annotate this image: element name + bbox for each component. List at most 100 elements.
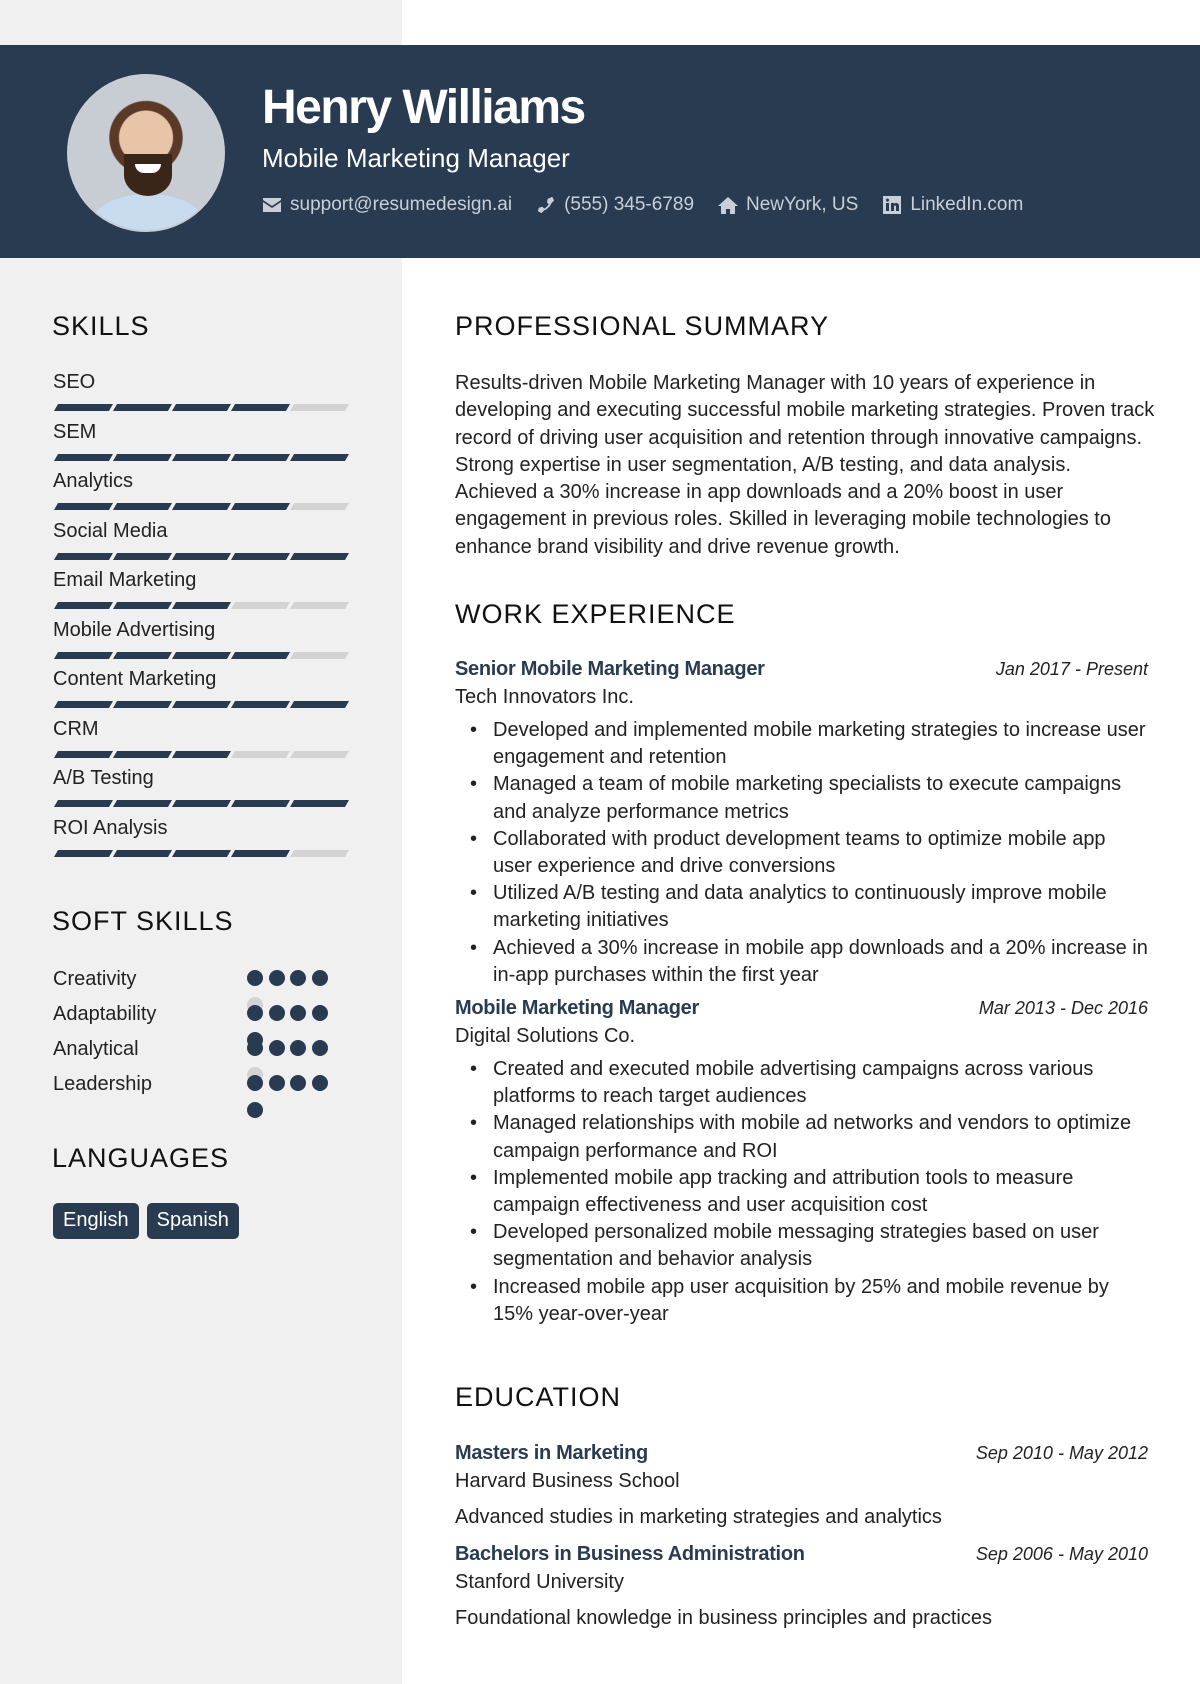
rating-dot-filled	[311, 970, 328, 986]
contact-location-text: NewYork, US	[746, 194, 859, 215]
skill-name: Content Marketing	[53, 668, 217, 690]
skill-level-bar	[53, 849, 353, 857]
school: Harvard Business School	[455, 1470, 680, 1492]
education-dates: Sep 2006 - May 2010	[975, 1544, 1148, 1564]
rating-dot-filled	[290, 1040, 306, 1056]
skill-segment-empty	[289, 750, 350, 758]
education-heading: EDUCATION	[455, 1382, 622, 1412]
language-badge: Spanish	[146, 1203, 239, 1239]
skill-segment-empty	[289, 503, 350, 510]
skill-segment-filled	[53, 651, 114, 659]
skill-level-bar	[53, 602, 353, 609]
skill-segment-filled	[112, 602, 173, 609]
languages-heading: LANGUAGES	[52, 1143, 230, 1173]
rating-dot-filled	[290, 1075, 306, 1091]
skill-item: A/B Testing	[53, 766, 353, 816]
skill-level-bar	[53, 552, 353, 560]
skill-segment-filled	[230, 453, 291, 461]
skill-name: ROI Analysis	[53, 816, 168, 839]
job-dates: Jan 2017 - Present	[995, 659, 1148, 679]
skill-name: A/B Testing	[53, 767, 154, 789]
rating-dot-filled	[247, 1040, 263, 1056]
skill-segment-filled	[230, 651, 291, 659]
contact-linkedin[interactable]: LinkedIn.com	[882, 194, 1023, 216]
skill-segment-filled	[230, 701, 291, 708]
skill-segment-filled	[53, 503, 114, 510]
envelope-icon	[262, 196, 282, 214]
rating-dot-filled	[311, 1040, 328, 1056]
skill-segment-empty	[289, 404, 350, 411]
skill-segment-filled	[171, 404, 232, 411]
rating-dot-filled	[247, 1005, 263, 1021]
soft-skill-rating	[247, 1036, 333, 1083]
work-experience-heading: WORK EXPERIENCE	[455, 599, 736, 629]
rating-dot-filled	[290, 970, 306, 986]
soft-skill-item: Adaptability	[53, 1001, 353, 1048]
rating-dot-filled	[311, 1075, 328, 1091]
skill-segment-filled	[112, 552, 173, 560]
rating-dot-filled	[247, 1102, 263, 1118]
contact-linkedin-text: LinkedIn.com	[910, 194, 1024, 215]
skill-level-bar	[53, 651, 353, 659]
contact-email[interactable]: support@resumedesign.ai	[262, 194, 512, 216]
skill-segment-empty	[289, 651, 350, 659]
languages-list: English Spanish	[53, 1203, 239, 1239]
education-dates: Sep 2010 - May 2012	[975, 1443, 1148, 1463]
skill-segment-filled	[112, 750, 173, 758]
skill-segment-filled	[112, 701, 173, 708]
skills-list: SEO SEM Analytics Social Media Email Marketi…	[53, 370, 353, 865]
skill-segment-filled	[171, 503, 232, 510]
rating-dot-filled	[268, 1005, 285, 1021]
skill-segment-filled	[53, 552, 114, 560]
skill-level-bar	[53, 503, 353, 510]
skill-item: Email Marketing	[53, 568, 353, 618]
degree: Masters in Marketing	[455, 1442, 648, 1464]
skill-segment-filled	[53, 701, 114, 708]
skill-item: Analytics	[53, 469, 353, 519]
skill-segment-filled	[53, 453, 114, 461]
skill-segment-empty	[230, 602, 291, 609]
soft-skill-rating	[247, 1071, 333, 1118]
skill-segment-empty	[289, 602, 350, 609]
soft-skill-rating	[247, 966, 333, 1013]
skill-segment-filled	[112, 849, 173, 857]
skill-segment-filled	[289, 552, 350, 560]
skill-level-bar	[53, 701, 353, 708]
skill-segment-filled	[53, 849, 114, 857]
skill-item: Mobile Advertising	[53, 618, 353, 668]
job-bullet: Created and executed mobile advertising …	[470, 1056, 1148, 1110]
job-entry: Senior Mobile Marketing Manager Jan 2017…	[455, 658, 1148, 989]
skill-item: ROI Analysis	[53, 816, 353, 866]
skill-item: CRM	[53, 717, 353, 767]
soft-skills-heading: SOFT SKILLS	[52, 906, 234, 936]
job-bullet: Managed a team of mobile marketing speci…	[470, 771, 1148, 825]
soft-skills-list: Creativity Adaptability Analytical Leadersh…	[53, 966, 353, 1118]
rating-dot-filled	[247, 1075, 263, 1091]
skill-segment-filled	[171, 800, 232, 807]
skill-segment-filled	[230, 503, 291, 510]
contact-phone[interactable]: (555) 345-6789	[536, 194, 694, 216]
job-company: Digital Solutions Co.	[455, 1025, 636, 1048]
skill-name: SEM	[53, 420, 97, 443]
skill-segment-filled	[171, 651, 232, 659]
work-experience-list: Senior Mobile Marketing Manager Jan 2017…	[455, 658, 1148, 1336]
skill-segment-filled	[171, 849, 232, 857]
skill-name: Analytics	[53, 470, 134, 492]
soft-skill-name: Leadership	[53, 1073, 152, 1095]
skill-segment-filled	[53, 404, 114, 411]
skill-segment-filled	[171, 602, 232, 609]
phone-icon	[536, 196, 556, 214]
skill-segment-filled	[53, 750, 114, 758]
skill-item: Social Media	[53, 519, 353, 569]
skill-item: SEM	[53, 420, 353, 470]
rating-dot-filled	[268, 1075, 285, 1091]
job-title: Senior Mobile Marketing Manager	[455, 658, 765, 680]
skill-item: SEO	[53, 370, 353, 420]
rating-dot-filled	[268, 970, 285, 986]
soft-skill-rating	[247, 1001, 333, 1048]
skill-level-bar	[53, 404, 353, 411]
profile-photo	[67, 74, 225, 232]
summary-text: Results-driven Mobile Marketing Manager …	[455, 372, 1155, 558]
skill-segment-filled	[112, 404, 173, 411]
contact-location[interactable]: NewYork, US	[718, 194, 858, 216]
